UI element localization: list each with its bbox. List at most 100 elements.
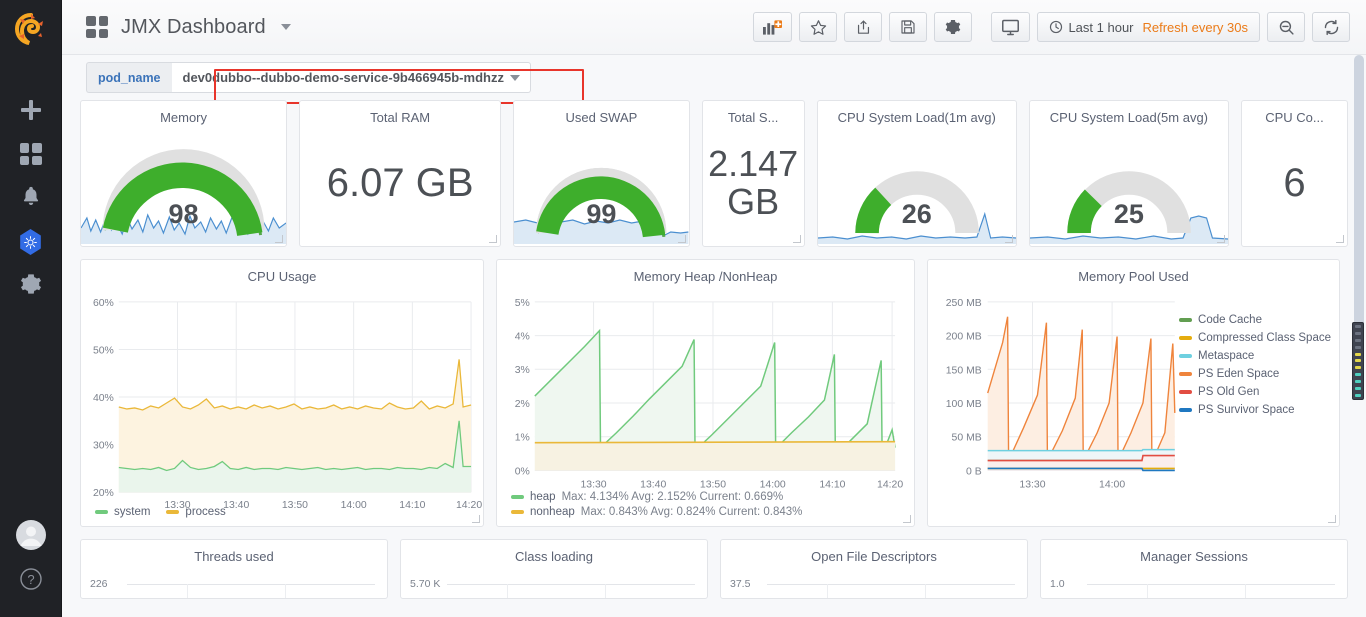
svg-text:30%: 30% bbox=[93, 441, 114, 452]
variable-label: pod_name bbox=[86, 62, 172, 93]
vertical-scrollbar[interactable] bbox=[1354, 55, 1364, 355]
panel-threads-used[interactable]: Threads used 226 bbox=[80, 539, 388, 599]
panel-memory-heap-nonheap[interactable]: Memory Heap /NonHeap 5% 4% 3% 2% 1% 0% 1… bbox=[496, 259, 915, 527]
legend-item[interactable]: PS Survivor Space bbox=[1179, 404, 1331, 416]
stat-value: 6 bbox=[1283, 160, 1306, 205]
resize-handle[interactable] bbox=[472, 515, 480, 523]
variable-value-dropdown[interactable]: dev0dubbo--dubbo-demo-service-9b466945b-… bbox=[171, 62, 531, 93]
share-button[interactable] bbox=[844, 12, 883, 42]
resize-handle[interactable] bbox=[1004, 235, 1013, 243]
series-nonheap-line bbox=[534, 440, 896, 444]
legend-item[interactable]: Compressed Class Space bbox=[1179, 332, 1331, 344]
sidebar-item-dashboards[interactable] bbox=[0, 132, 62, 176]
legend-item[interactable]: PS Eden Space bbox=[1179, 368, 1331, 380]
legend-item[interactable]: PS Old Gen bbox=[1179, 386, 1331, 398]
panel-manager-sessions[interactable]: Manager Sessions 1.0 bbox=[1040, 539, 1348, 599]
legend-label: heap bbox=[530, 491, 556, 503]
gauge-value: 98 bbox=[168, 199, 199, 229]
time-range-picker[interactable]: Last 1 hour Refresh every 30s bbox=[1037, 12, 1260, 42]
sidebar-item-help[interactable]: ? bbox=[0, 559, 62, 603]
legend-item[interactable]: Code Cache bbox=[1179, 314, 1331, 326]
sidebar-item-configuration[interactable] bbox=[0, 264, 62, 308]
panel-cpu-cores[interactable]: CPU Co... 6 bbox=[1240, 100, 1348, 247]
svg-text:14:00: 14:00 bbox=[760, 479, 786, 490]
panel-memory[interactable]: Memory 98 bbox=[80, 100, 288, 247]
dashboard-grid-icon bbox=[86, 16, 108, 38]
chevron-down-icon[interactable] bbox=[280, 24, 291, 30]
add-panel-button[interactable] bbox=[753, 12, 793, 42]
legend-swatch bbox=[1179, 408, 1193, 412]
svg-text:50%: 50% bbox=[93, 345, 114, 356]
legend-item[interactable]: Metaspace bbox=[1179, 350, 1331, 362]
gear-icon bbox=[20, 273, 42, 300]
sidebar-item-alerting[interactable] bbox=[0, 176, 62, 220]
resize-handle[interactable] bbox=[677, 235, 686, 243]
legend-label: nonheap bbox=[530, 506, 575, 518]
avatar-icon bbox=[15, 519, 46, 555]
svg-text:13:30: 13:30 bbox=[580, 479, 606, 490]
gauge-value: 25 bbox=[1113, 199, 1144, 229]
panel-cpu-usage[interactable]: CPU Usage 60% 50% 40% 30% 20% 13:30 13:4… bbox=[80, 259, 484, 527]
sidebar-item-user-profile[interactable] bbox=[0, 515, 62, 559]
legend-item[interactable]: process bbox=[166, 506, 226, 518]
star-button[interactable] bbox=[799, 12, 838, 42]
grafana-logo[interactable] bbox=[9, 8, 53, 52]
svg-text:40%: 40% bbox=[93, 393, 114, 404]
legend-item[interactable]: nonheap Max: 0.843% Avg: 0.824% Current:… bbox=[511, 506, 802, 518]
zoom-out-button[interactable] bbox=[1267, 12, 1305, 42]
svg-text:14:10: 14:10 bbox=[819, 479, 845, 490]
legend-swatch bbox=[95, 510, 108, 514]
svg-text:0%: 0% bbox=[515, 466, 530, 477]
svg-text:2%: 2% bbox=[515, 399, 530, 410]
panel-open-file-descriptors[interactable]: Open File Descriptors 37.5 bbox=[720, 539, 1028, 599]
panel-title: Memory bbox=[160, 110, 208, 125]
svg-text:13:40: 13:40 bbox=[223, 500, 249, 511]
axis-value: 1.0 bbox=[1050, 578, 1065, 590]
tv-mode-button[interactable] bbox=[991, 12, 1031, 42]
svg-text:13:50: 13:50 bbox=[282, 500, 308, 511]
settings-button[interactable] bbox=[934, 12, 973, 42]
navbar-left: JMX Dashboard bbox=[86, 16, 291, 39]
save-button[interactable] bbox=[889, 12, 928, 42]
grid-tick bbox=[925, 584, 926, 598]
panel-row-bottom: Threads used 226 Class loading 5.70 K Op… bbox=[80, 539, 1348, 599]
grid-tick bbox=[1245, 584, 1246, 598]
x-axis-labels: 13:30 14:00 bbox=[1019, 479, 1125, 490]
resize-handle[interactable] bbox=[489, 235, 498, 243]
sidebar-item-create-add[interactable] bbox=[0, 88, 62, 132]
x-axis-labels: 13:30 13:40 13:50 14:00 14:10 14:20 bbox=[580, 479, 903, 490]
resize-handle[interactable] bbox=[275, 235, 284, 243]
grid-tick bbox=[285, 584, 286, 598]
legend-item[interactable]: heap Max: 4.134% Avg: 2.152% Current: 0.… bbox=[511, 491, 783, 503]
svg-text:3%: 3% bbox=[515, 365, 530, 376]
panel-cpu-load-5m[interactable]: CPU System Load(5m avg) 25 bbox=[1028, 100, 1229, 247]
legend-swatch bbox=[166, 510, 180, 514]
panel-used-swap[interactable]: Used SWAP 99 bbox=[513, 100, 690, 247]
panel-memory-pool-used[interactable]: Memory Pool Used 250 MB 200 MB 150 MB 10… bbox=[927, 259, 1340, 527]
sidebar-item-kubernetes[interactable] bbox=[0, 220, 62, 264]
legend-item[interactable]: system bbox=[95, 506, 150, 518]
gauge-cpu-load-5m: 25 bbox=[1029, 125, 1228, 244]
panel-total-swap[interactable]: Total S... 2.147 GB bbox=[701, 100, 805, 247]
panel-class-loading[interactable]: Class loading 5.70 K bbox=[400, 539, 708, 599]
panel-total-ram[interactable]: Total RAM 6.07 GB bbox=[299, 100, 502, 247]
resize-handle[interactable] bbox=[1328, 515, 1336, 523]
svg-text:14:00: 14:00 bbox=[1099, 479, 1125, 490]
panel-cpu-load-1m[interactable]: CPU System Load(1m avg) 26 bbox=[816, 100, 1017, 247]
page-title[interactable]: JMX Dashboard bbox=[121, 16, 266, 39]
panel-title: CPU System Load(5m avg) bbox=[1049, 110, 1209, 125]
resize-handle[interactable] bbox=[903, 515, 911, 523]
resize-handle[interactable] bbox=[1336, 235, 1344, 243]
clock-icon bbox=[1049, 20, 1063, 34]
resize-handle[interactable] bbox=[792, 235, 801, 243]
grid-tick bbox=[605, 584, 606, 598]
plus-badge bbox=[774, 20, 783, 28]
chevron-down-icon bbox=[509, 75, 520, 81]
refresh-button[interactable] bbox=[1312, 12, 1350, 42]
gauge-value: 99 bbox=[586, 199, 617, 229]
resize-handle[interactable] bbox=[1216, 235, 1225, 243]
main-area: JMX Dashboard Last 1 hour Refresh every … bbox=[62, 0, 1366, 617]
panel-title: Total RAM bbox=[370, 110, 431, 125]
gauge-memory: 98 bbox=[81, 125, 287, 244]
panel-title: Total S... bbox=[727, 110, 779, 125]
